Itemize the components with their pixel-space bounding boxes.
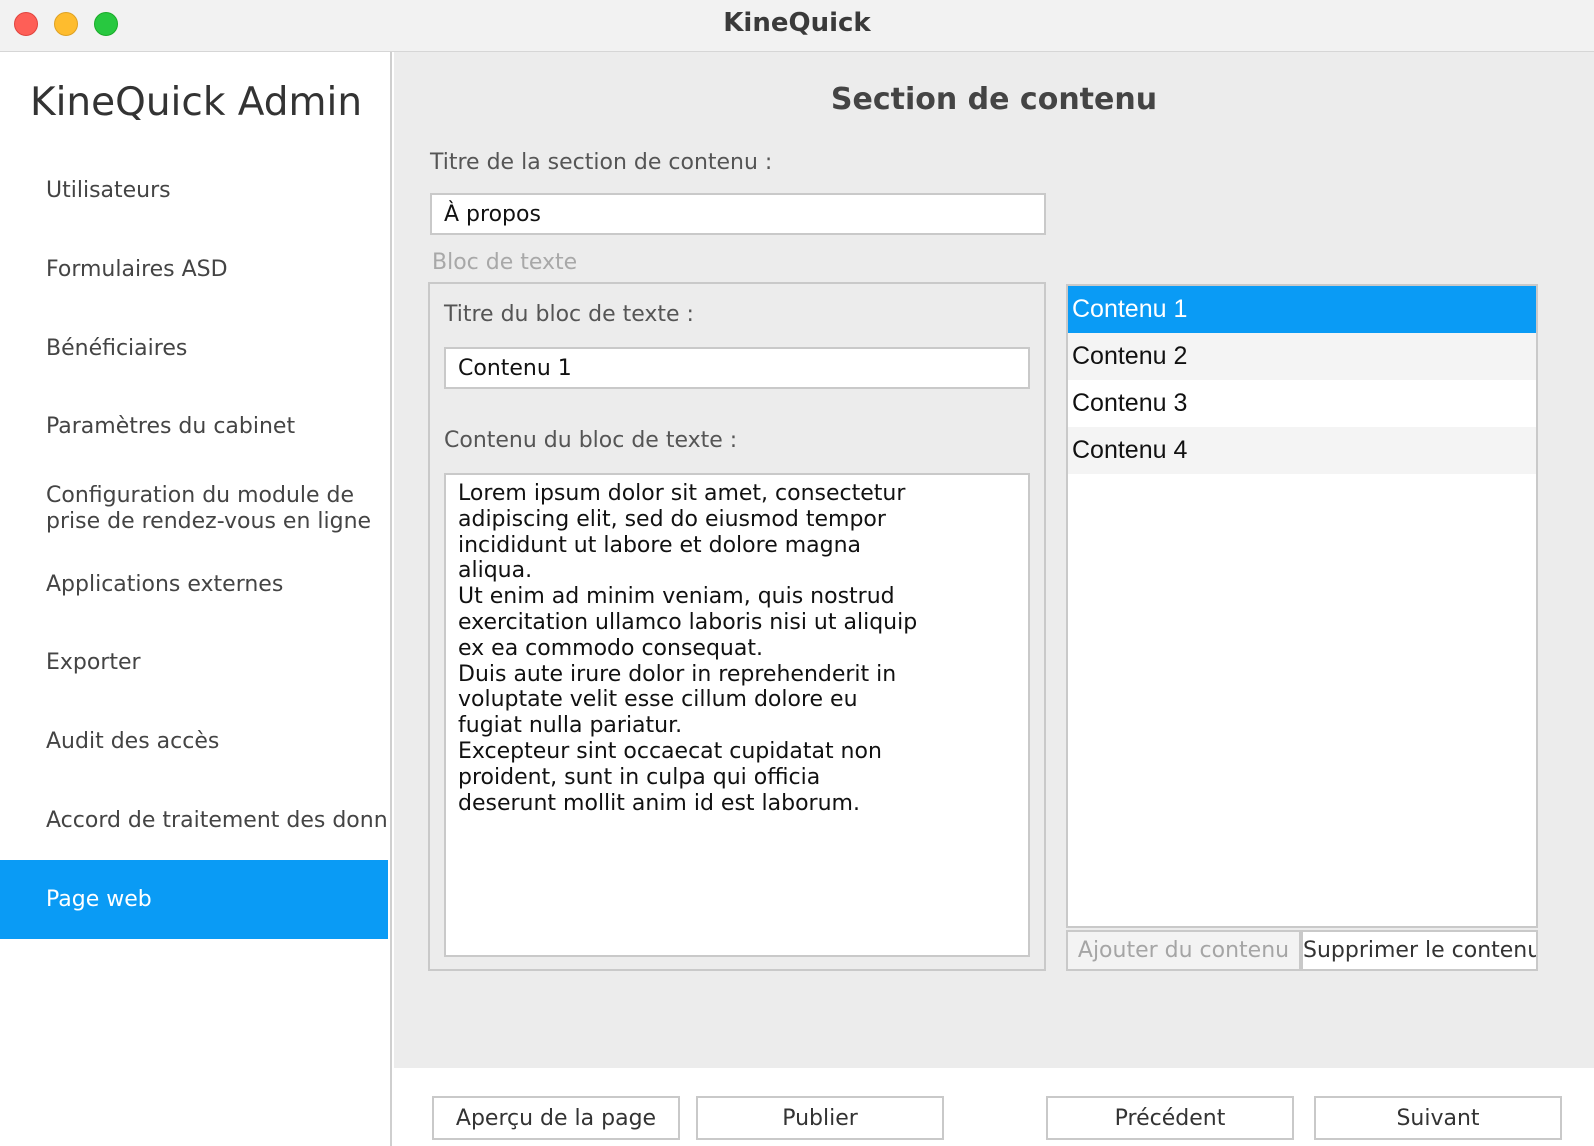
sidebar-item-label: Page web bbox=[46, 886, 152, 912]
section-title-input[interactable]: À propos bbox=[430, 193, 1046, 235]
sidebar-title: KineQuick Admin bbox=[30, 80, 363, 125]
sidebar-item-formulaires-asd[interactable]: Formulaires ASD bbox=[0, 244, 390, 296]
text-block-title-input[interactable]: Contenu 1 bbox=[444, 347, 1030, 389]
add-content-button[interactable]: Ajouter du contenu bbox=[1066, 930, 1301, 971]
text-block-title-label: Titre du bloc de texte : bbox=[444, 302, 694, 327]
sidebar-item-applications-externes[interactable]: Applications externes bbox=[0, 559, 390, 611]
list-item[interactable]: Contenu 4 bbox=[1068, 427, 1536, 474]
sidebar-item-label: Applications externes bbox=[46, 572, 284, 597]
sidebar-item-label: Formulaires ASD bbox=[46, 257, 228, 282]
sidebar-item-label: Paramètres du cabinet bbox=[46, 414, 296, 439]
text-block-group: Titre du bloc de texte : Contenu 1 Conte… bbox=[428, 282, 1046, 971]
sidebar-item-exporter[interactable]: Exporter bbox=[0, 637, 390, 689]
publish-button[interactable]: Publier bbox=[696, 1096, 944, 1140]
content-section-panel: Section de contenu Titre de la section d… bbox=[394, 52, 1594, 1068]
previous-button[interactable]: Précédent bbox=[1046, 1096, 1294, 1140]
page-title: Section de contenu bbox=[830, 82, 1158, 117]
section-title-label: Titre de la section de contenu : bbox=[430, 150, 773, 175]
remove-content-button[interactable]: Supprimer le contenu bbox=[1301, 930, 1538, 971]
content-list[interactable]: Contenu 1 Contenu 2 Contenu 3 Contenu 4 bbox=[1066, 284, 1538, 928]
sidebar-item-module-rendez-vous[interactable]: Configuration du module de prise de rend… bbox=[0, 477, 390, 541]
sidebar-item-accord-traitement[interactable]: Accord de traitement des donn bbox=[0, 795, 390, 847]
sidebar-item-parametres-cabinet[interactable]: Paramètres du cabinet bbox=[0, 401, 390, 453]
sidebar-item-label: Utilisateurs bbox=[46, 178, 171, 203]
title-bar: KineQuick bbox=[0, 0, 1594, 52]
list-item[interactable]: Contenu 1 bbox=[1068, 286, 1536, 333]
preview-page-button[interactable]: Aperçu de la page bbox=[432, 1096, 680, 1140]
sidebar-item-utilisateurs[interactable]: Utilisateurs bbox=[0, 165, 390, 217]
sidebar-item-audit-acces[interactable]: Audit des accès bbox=[0, 716, 390, 768]
text-block-group-label: Bloc de texte bbox=[432, 250, 578, 275]
sidebar-item-label: Bénéficiaires bbox=[46, 336, 188, 361]
list-item[interactable]: Contenu 2 bbox=[1068, 333, 1536, 380]
sidebar-item-label: Exporter bbox=[46, 650, 141, 675]
sidebar-item-label: Audit des accès bbox=[46, 729, 220, 754]
next-button[interactable]: Suivant bbox=[1314, 1096, 1562, 1140]
list-item[interactable]: Contenu 3 bbox=[1068, 380, 1536, 427]
footer-bar: Aperçu de la page Publier Précédent Suiv… bbox=[394, 1068, 1594, 1146]
sidebar-item-label: Configuration du module de prise de rend… bbox=[46, 483, 372, 534]
sidebar-item-beneficiaires[interactable]: Bénéficiaires bbox=[0, 323, 390, 375]
sidebar-item-label: Accord de traitement des donn bbox=[46, 808, 388, 833]
window-title: KineQuick bbox=[723, 8, 871, 38]
text-block-content-label: Contenu du bloc de texte : bbox=[444, 428, 738, 453]
sidebar-item-page-web[interactable]: Page web bbox=[0, 860, 388, 939]
text-block-content-textarea[interactable]: Lorem ipsum dolor sit amet, consectetur … bbox=[444, 473, 1030, 957]
sidebar: KineQuick Admin Utilisateurs Formulaires… bbox=[0, 52, 392, 1146]
